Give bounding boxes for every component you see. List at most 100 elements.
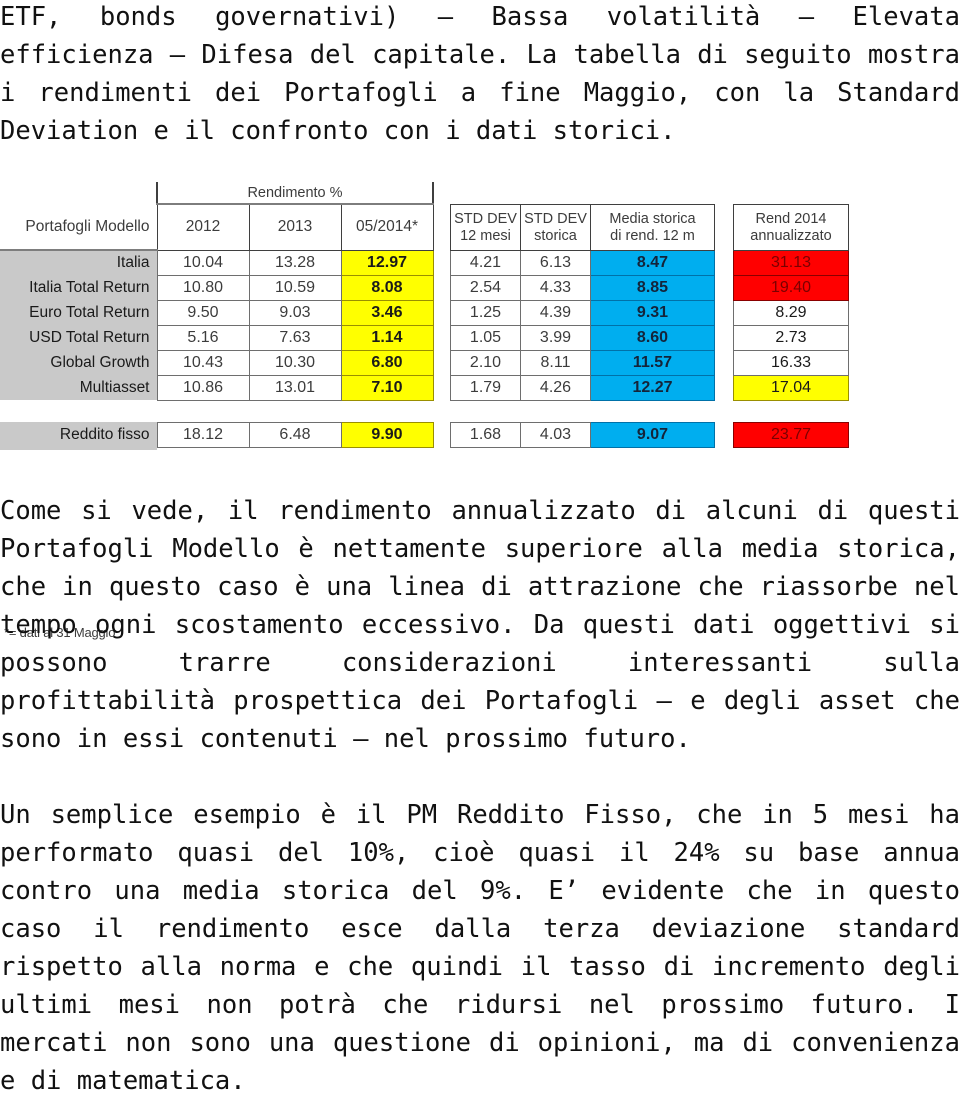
table-row: 17.04 [733,375,849,401]
table-row: Multiasset 10.86 13.01 7.10 [0,374,434,401]
std-storica-line1: STD DEV [524,210,587,227]
column-header-std-dev-storica: STD DEV storica [520,204,591,251]
cell-2012: 10.86 [156,374,250,401]
rendimento-caption-row: Rendimento % [0,182,434,205]
table-row: 1.79 4.26 12.27 [450,375,715,401]
cell-rend-2014: 31.13 [733,250,849,276]
cell-2013: 7.63 [248,324,342,351]
column-header-std-dev-12-mesi: STD DEV 12 mesi [450,204,521,251]
rendimento-caption: Rendimento % [156,182,434,205]
cell-rend-2014: 17.04 [733,375,849,401]
cell-052014: 8.08 [340,274,434,301]
cell-std-storica: 4.26 [520,375,591,401]
gap-cell [341,400,433,422]
table-gap-row [733,400,849,423]
table-row: 31.13 [733,250,849,276]
rendimento-table: Rendimento % Portafogli Modello 2012 201… [0,182,434,448]
cell-2012: 10.43 [156,349,250,376]
cell-052014: 12.97 [340,249,434,276]
cell-2013: 13.28 [248,249,342,276]
table-row: 2.73 [733,325,849,351]
cell-media-storica: 8.60 [590,325,715,351]
cell-052014: 6.80 [340,349,434,376]
rend-2014-header-row: Rend 2014 annualizzato [733,204,849,251]
std-12-line1: STD DEV [454,210,517,227]
cell-std-storica: 4.39 [520,300,591,326]
cell-2013: 9.03 [248,299,342,326]
gap-label [0,400,157,422]
cell-media-storica: 9.31 [590,300,715,326]
gap-cell [520,400,591,423]
table-row: 8.29 [733,300,849,326]
cell-2013: 10.30 [248,349,342,376]
table-row: Euro Total Return 9.50 9.03 3.46 [0,299,434,326]
intro-text-block: ETF, bonds governativi) – Bassa volatili… [0,0,960,150]
row-label: Euro Total Return [0,300,157,325]
cell-media-storica: 8.47 [590,250,715,276]
cell-media-storica: 11.57 [590,350,715,376]
cell-std-storica: 4.33 [520,275,591,301]
cell-media-storica: 8.85 [590,275,715,301]
cell-std-12: 4.21 [450,250,521,276]
table-row: 2.10 8.11 11.57 [450,350,715,376]
gap-cell [157,400,249,422]
table-row: 1.25 4.39 9.31 [450,300,715,326]
row-label: Italia Total Return [0,275,157,300]
table-row-extra: 23.77 [733,422,849,448]
rendimento-header-row: Portafogli Modello 2012 2013 05/2014* [0,203,434,251]
cell-std-12: 1.79 [450,375,521,401]
std-storica-line2: storica [534,227,577,244]
std-12-line2: 12 mesi [460,227,511,244]
column-header-2012: 2012 [156,203,250,251]
column-header-media-storica: Media storica di rend. 12 m [590,204,715,251]
rend-header-line2: annualizzato [750,227,832,244]
cell-2012: 5.16 [156,324,250,351]
cell-std-12: 1.25 [450,300,521,326]
table-gap-row [450,400,715,423]
cell-std-12: 1.05 [450,325,521,351]
gap-cell [733,400,849,423]
cell-2012: 9.50 [156,299,250,326]
cell-std-storica: 4.03 [520,422,591,448]
table-gap-row [0,400,433,422]
body-paragraph-1: Come si vede, il rendimento annualizzato… [0,496,960,754]
row-label: Italia [0,250,157,275]
table-row: 4.21 6.13 8.47 [450,250,715,276]
row-label: Global Growth [0,350,157,375]
intro-paragraph: ETF, bonds governativi) – Bassa volatili… [0,2,960,146]
cell-052014: 9.90 [340,421,434,448]
cell-std-12: 2.54 [450,275,521,301]
table-row: 2.54 4.33 8.85 [450,275,715,301]
cell-052014: 1.14 [340,324,434,351]
table-row-extra: 1.68 4.03 9.07 [450,422,715,448]
cell-rend-2014: 2.73 [733,325,849,351]
cell-media-storica: 9.07 [590,422,715,448]
table-row: Italia 10.04 13.28 12.97 [0,249,434,276]
table-row: USD Total Return 5.16 7.63 1.14 [0,324,434,351]
media-line2: di rend. 12 m [610,227,695,244]
cell-2013: 10.59 [248,274,342,301]
cell-std-12: 2.10 [450,350,521,376]
cell-2013: 13.01 [248,374,342,401]
table-row: 1.05 3.99 8.60 [450,325,715,351]
std-header-row: STD DEV 12 mesi STD DEV storica Media st… [450,204,715,251]
column-header-2013: 2013 [248,203,342,251]
table-row-extra: Reddito fisso 18.12 6.48 9.90 [0,421,434,448]
cell-2012: 18.12 [156,421,250,448]
cell-2013: 6.48 [248,421,342,448]
cell-std-storica: 3.99 [520,325,591,351]
table-row: Italia Total Return 10.80 10.59 8.08 [0,274,434,301]
gap-cell [590,400,715,423]
cell-media-storica: 12.27 [590,375,715,401]
cell-rend-2014: 8.29 [733,300,849,326]
rend-header-line1: Rend 2014 [755,210,827,227]
cell-std-12: 1.68 [450,422,521,448]
cell-rend-2014: 16.33 [733,350,849,376]
table-row: 16.33 [733,350,849,376]
cell-052014: 3.46 [340,299,434,326]
table-row: Global Growth 10.43 10.30 6.80 [0,349,434,376]
media-line1: Media storica [609,210,696,227]
row-label: Reddito fisso [0,422,157,447]
row-label: USD Total Return [0,325,157,350]
rend-2014-table: Rend 2014 annualizzato 31.13 19.40 8.29 … [733,204,849,448]
